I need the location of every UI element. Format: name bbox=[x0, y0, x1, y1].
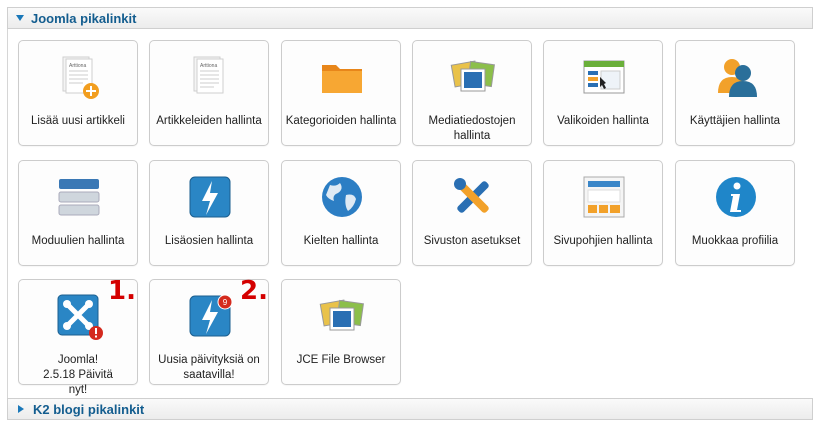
collapse-arrow-icon bbox=[16, 15, 24, 21]
tile-label: Valikoiden hallinta bbox=[557, 115, 649, 127]
section-title: K2 blogi pikalinkit bbox=[33, 401, 145, 417]
tile-plugin-manager[interactable]: Lisäosien hallinta bbox=[149, 160, 269, 266]
tile-label: Moduulien hallinta bbox=[31, 235, 125, 247]
media-icon bbox=[319, 299, 364, 331]
info-icon bbox=[716, 177, 756, 217]
tile-jce-file-browser[interactable]: JCE File Browser bbox=[281, 279, 401, 385]
annotation-marker-2: 2. bbox=[240, 276, 268, 306]
tile-category-manager[interactable]: Kategorioiden hallinta bbox=[281, 40, 401, 146]
globe-icon bbox=[322, 177, 362, 217]
k2-quicklinks-header[interactable]: K2 blogi pikalinkit bbox=[7, 398, 813, 420]
tile-label: JCE File Browser bbox=[296, 354, 386, 366]
svg-text:Arttiona: Arttiona bbox=[69, 63, 86, 69]
modules-icon bbox=[58, 179, 100, 216]
section-title: Joomla pikalinkit bbox=[31, 10, 137, 26]
tile-label: Sivuston asetukset bbox=[423, 235, 521, 247]
tile-label: Mediatiedostojen hallinta bbox=[428, 115, 516, 142]
add-article-icon: Arttiona bbox=[62, 56, 99, 99]
tile-label: Joomla! 2.5.18 Päivitä nyt! bbox=[43, 354, 113, 396]
menu-window-icon bbox=[583, 60, 625, 94]
tile-label: Uusia päivityksiä on saatavilla! bbox=[158, 354, 260, 381]
tile-label: Lisäosien hallinta bbox=[164, 235, 254, 247]
users-icon bbox=[718, 59, 757, 97]
media-icon bbox=[450, 60, 495, 92]
tile-global-config[interactable]: Sivuston asetukset bbox=[412, 160, 532, 266]
tile-user-manager[interactable]: Käyttäjien hallinta bbox=[675, 40, 795, 146]
tile-article-manager[interactable]: Arttiona Artikkeleiden hallinta bbox=[149, 40, 269, 146]
tile-label: Kielten hallinta bbox=[303, 235, 379, 247]
tile-language-manager[interactable]: Kielten hallinta bbox=[281, 160, 401, 266]
tile-label: Lisää uusi artikkeli bbox=[31, 115, 125, 127]
folder-icon bbox=[322, 65, 362, 93]
tile-media-manager[interactable]: Mediatiedostojen hallinta bbox=[412, 40, 532, 146]
tile-label: Artikkeleiden hallinta bbox=[156, 115, 262, 127]
expand-arrow-icon bbox=[18, 405, 24, 413]
annotation-marker-1: 1. bbox=[108, 276, 136, 306]
plugin-bolt-update-icon: 9 bbox=[189, 294, 233, 337]
plugin-bolt-icon bbox=[189, 176, 231, 218]
template-icon bbox=[583, 176, 625, 218]
tools-icon bbox=[454, 178, 489, 213]
joomla-quicklinks-header[interactable]: Joomla pikalinkit bbox=[7, 7, 813, 29]
tile-label: Kategorioiden hallinta bbox=[285, 115, 397, 127]
tile-template-manager[interactable]: Sivupohjien hallinta bbox=[543, 160, 663, 266]
articles-icon: Arttiona bbox=[193, 56, 224, 94]
tile-add-article[interactable]: Arttiona Lisää uusi artikkeli bbox=[18, 40, 138, 146]
tile-label: Muokkaa profiilia bbox=[691, 235, 779, 247]
quicklinks-panel: Arttiona Lisää uusi artikkeli Arttiona A… bbox=[7, 29, 813, 398]
tile-label: Käyttäjien hallinta bbox=[689, 115, 781, 127]
svg-text:9: 9 bbox=[223, 298, 228, 307]
tile-edit-profile[interactable]: Muokkaa profiilia bbox=[675, 160, 795, 266]
svg-text:Arttiona: Arttiona bbox=[200, 63, 217, 69]
tile-label: Sivupohjien hallinta bbox=[553, 235, 653, 247]
joomla-logo-warning-icon bbox=[57, 294, 103, 340]
tile-menu-manager[interactable]: Valikoiden hallinta bbox=[543, 40, 663, 146]
tile-module-manager[interactable]: Moduulien hallinta bbox=[18, 160, 138, 266]
